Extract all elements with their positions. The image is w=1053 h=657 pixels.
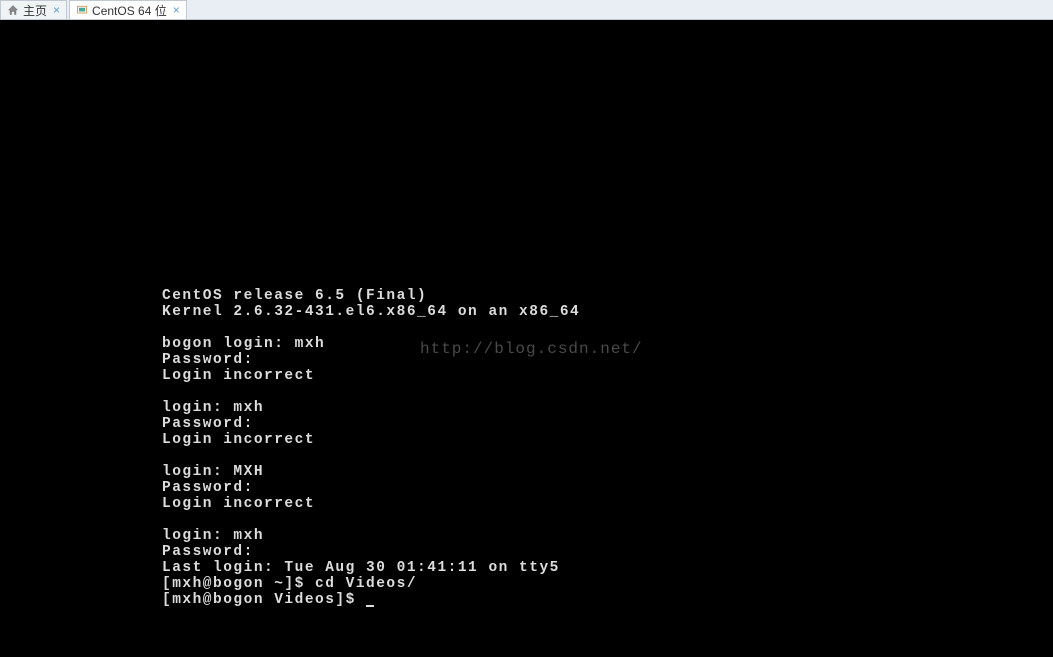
tab-centos[interactable]: CentOS 64 位 × xyxy=(69,0,187,19)
terminal-cursor xyxy=(366,605,374,607)
close-icon[interactable]: × xyxy=(173,3,180,17)
vm-icon xyxy=(76,4,88,16)
terminal-line xyxy=(162,320,580,336)
terminal-line: Password: xyxy=(162,480,580,496)
terminal-line: [mxh@bogon ~]$ cd Videos/ xyxy=(162,576,580,592)
terminal-line: Password: xyxy=(162,352,580,368)
terminal-viewport[interactable]: CentOS release 6.5 (Final)Kernel 2.6.32-… xyxy=(0,20,1053,657)
terminal-line: Password: xyxy=(162,544,580,560)
tab-bar: 主页 × CentOS 64 位 × xyxy=(0,0,1053,20)
terminal-line: Login incorrect xyxy=(162,496,580,512)
terminal-line: Login incorrect xyxy=(162,432,580,448)
close-icon[interactable]: × xyxy=(53,3,60,17)
terminal-output: CentOS release 6.5 (Final)Kernel 2.6.32-… xyxy=(162,288,580,608)
terminal-line xyxy=(162,384,580,400)
terminal-line xyxy=(162,448,580,464)
terminal-line: Last login: Tue Aug 30 01:41:11 on tty5 xyxy=(162,560,580,576)
home-icon xyxy=(7,4,19,16)
terminal-line: [mxh@bogon Videos]$ xyxy=(162,592,580,608)
tab-label: CentOS 64 位 xyxy=(92,2,167,19)
terminal-line xyxy=(162,512,580,528)
terminal-line: Kernel 2.6.32-431.el6.x86_64 on an x86_6… xyxy=(162,304,580,320)
terminal-line: CentOS release 6.5 (Final) xyxy=(162,288,580,304)
terminal-line: login: MXH xyxy=(162,464,580,480)
terminal-line: Login incorrect xyxy=(162,368,580,384)
terminal-line: bogon login: mxh xyxy=(162,336,580,352)
tab-home[interactable]: 主页 × xyxy=(0,0,67,19)
terminal-line: Password: xyxy=(162,416,580,432)
tab-label: 主页 xyxy=(23,2,47,19)
terminal-line: login: mxh xyxy=(162,400,580,416)
terminal-line: login: mxh xyxy=(162,528,580,544)
